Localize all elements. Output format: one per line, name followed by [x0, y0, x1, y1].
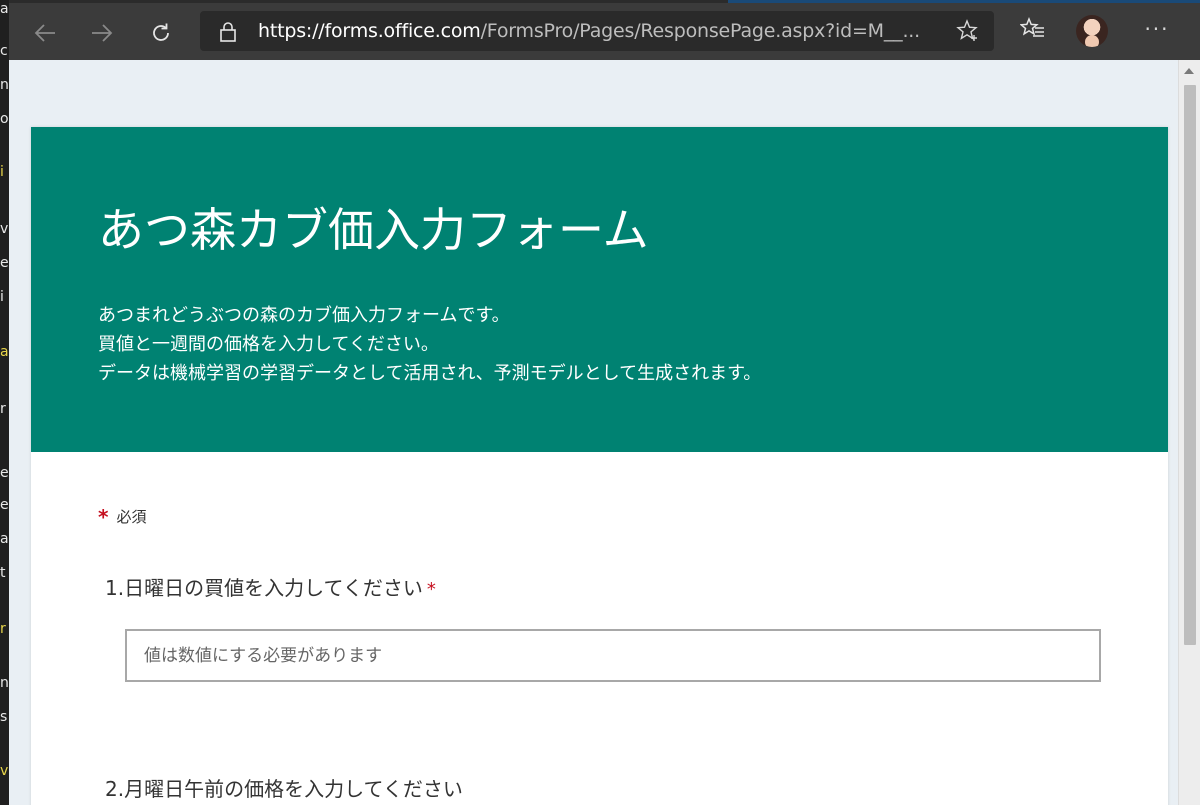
url-text[interactable]: https://forms.office.com/FormsPro/Pages/…: [258, 19, 920, 43]
question-label: 月曜日午前の価格を入力してください: [124, 777, 463, 801]
refresh-button[interactable]: [143, 15, 179, 51]
back-arrow-icon: [34, 24, 55, 42]
browser-toolbar: https://forms.office.com/FormsPro/Pages/…: [9, 3, 1200, 60]
favorites-icon[interactable]: [1020, 17, 1046, 41]
description-line: データは機械学習の学習データとして活用され、予測モデルとして生成されます。: [98, 363, 762, 384]
required-legend: * 必須: [98, 505, 146, 529]
back-button[interactable]: [27, 15, 63, 51]
required-asterisk: *: [98, 505, 109, 529]
background-window-strip: acno ivei are eatr nsv: [0, 0, 9, 805]
question-1-title: 1.日曜日の買値を入力してください *: [105, 574, 436, 604]
form-card: あつ森カブ価入力フォーム あつまれどうぶつの森のカブ価入力フォームです。 買値と…: [31, 127, 1168, 805]
form-description: あつまれどうぶつの森のカブ価入力フォームです。 買値と一週間の価格を入力してくだ…: [98, 301, 761, 388]
url-path: /FormsPro/Pages/ResponsePage.aspx?id=M__…: [480, 20, 921, 42]
profile-avatar[interactable]: [1076, 15, 1108, 47]
question-label: 日曜日の買値を入力してください: [124, 576, 423, 600]
description-line: あつまれどうぶつの森のカブ価入力フォームです。: [98, 305, 510, 326]
required-asterisk: *: [426, 579, 436, 600]
url-host: https://forms.office.com: [258, 20, 481, 42]
more-icon[interactable]: ···: [1139, 15, 1175, 47]
star-icon[interactable]: [956, 19, 980, 43]
vertical-scrollbar[interactable]: [1178, 60, 1200, 805]
form-header: あつ森カブ価入力フォーム あつまれどうぶつの森のカブ価入力フォームです。 買値と…: [31, 127, 1168, 452]
question-1-answer-input[interactable]: [125, 629, 1101, 682]
browser-window: https://forms.office.com/FormsPro/Pages/…: [9, 3, 1200, 805]
form-title: あつ森カブ価入力フォーム: [98, 203, 649, 257]
question-number: 2.: [105, 777, 125, 801]
question-number: 1.: [105, 576, 125, 600]
scroll-thumb[interactable]: [1184, 85, 1196, 645]
forward-arrow-icon: [92, 24, 113, 42]
scroll-up-arrow-icon[interactable]: [1184, 68, 1194, 74]
refresh-icon: [153, 23, 169, 41]
address-bar[interactable]: https://forms.office.com/FormsPro/Pages/…: [200, 11, 994, 51]
question-2-title: 2.月曜日午前の価格を入力してください: [105, 775, 463, 803]
lock-icon: [220, 22, 236, 42]
forward-button[interactable]: [84, 15, 120, 51]
page-viewport: あつ森カブ価入力フォーム あつまれどうぶつの森のカブ価入力フォームです。 買値と…: [9, 60, 1200, 805]
description-line: 買値と一週間の価格を入力してください。: [98, 334, 439, 355]
required-note-text: 必須: [116, 508, 147, 526]
